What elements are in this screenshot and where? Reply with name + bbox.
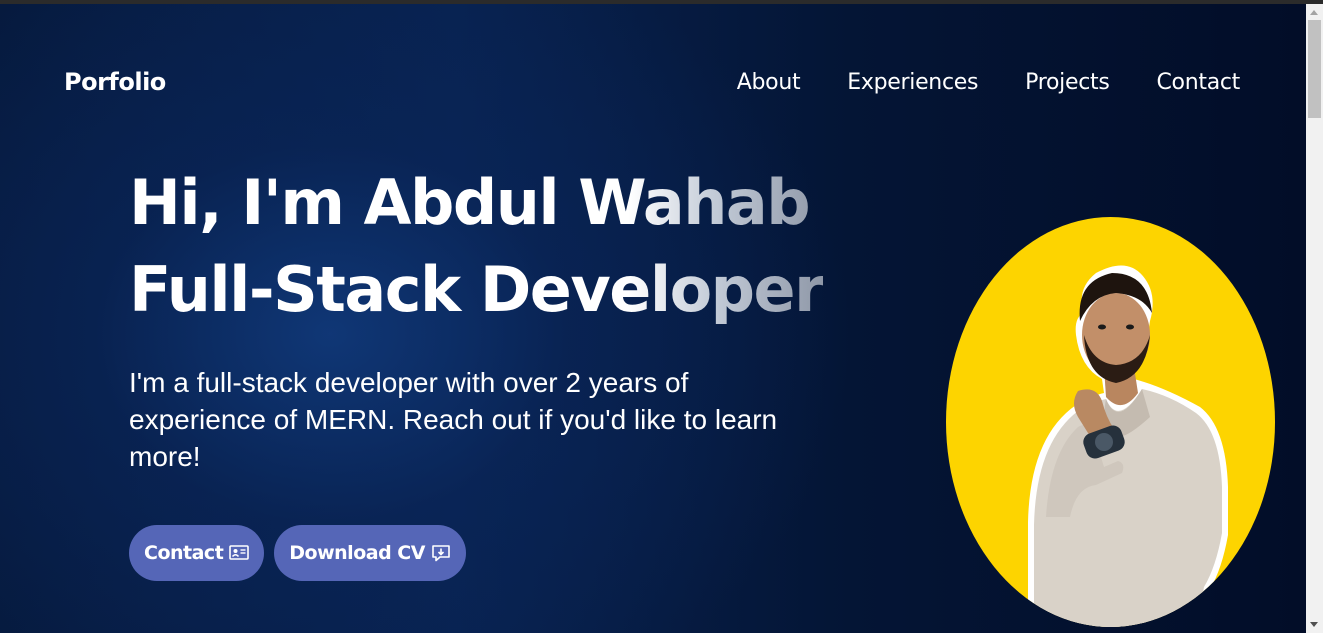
hero-role: Full-Stack Developer bbox=[129, 253, 824, 326]
page-scrollbar[interactable] bbox=[1306, 4, 1323, 633]
download-icon bbox=[432, 545, 450, 562]
hero-actions: Contact Download CV bbox=[129, 525, 466, 581]
scroll-up-arrow-icon[interactable] bbox=[1310, 10, 1318, 15]
nav-experiences[interactable]: Experiences bbox=[847, 70, 978, 95]
contact-button-label: Contact bbox=[144, 542, 224, 564]
portfolio-page: Porfolio About Experiences Projects Cont… bbox=[0, 4, 1306, 633]
profile-photo bbox=[946, 217, 1275, 627]
contact-button[interactable]: Contact bbox=[129, 525, 265, 581]
hero-description: I'm a full-stack developer with over 2 y… bbox=[129, 367, 778, 472]
hero-title: Hi, I'm Abdul Wahab Full-Stack Developer bbox=[129, 159, 823, 333]
nav-contact[interactable]: Contact bbox=[1157, 70, 1241, 95]
main-nav: About Experiences Projects Contact bbox=[737, 70, 1241, 95]
nav-about[interactable]: About bbox=[737, 70, 801, 95]
brand-logo[interactable]: Porfolio bbox=[64, 68, 166, 96]
download-cv-button[interactable]: Download CV bbox=[274, 525, 466, 581]
hero-greeting: Hi, I'm Abdul Wahab bbox=[129, 166, 810, 239]
download-cv-label: Download CV bbox=[289, 542, 425, 564]
scroll-down-arrow-icon[interactable] bbox=[1310, 622, 1318, 627]
contact-card-icon bbox=[229, 545, 250, 560]
nav-projects[interactable]: Projects bbox=[1025, 70, 1110, 95]
profile-photo-figure bbox=[1028, 265, 1228, 627]
scrollbar-thumb[interactable] bbox=[1308, 20, 1321, 118]
